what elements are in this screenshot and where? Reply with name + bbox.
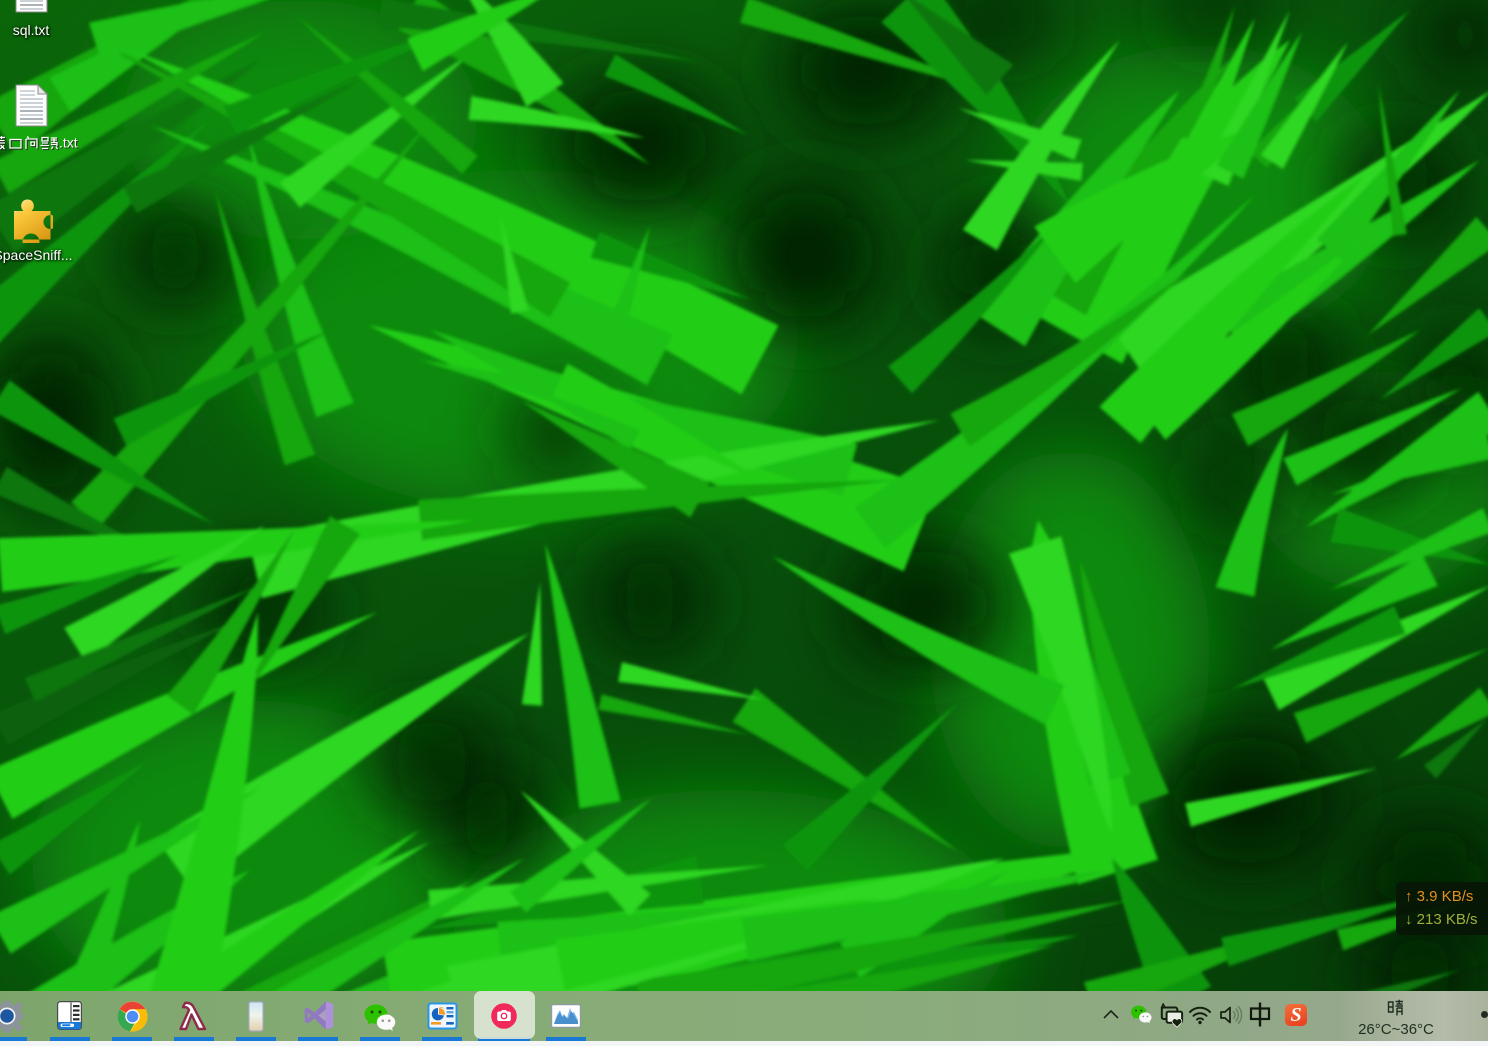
svg-text:.txt: .txt [59, 136, 78, 151]
